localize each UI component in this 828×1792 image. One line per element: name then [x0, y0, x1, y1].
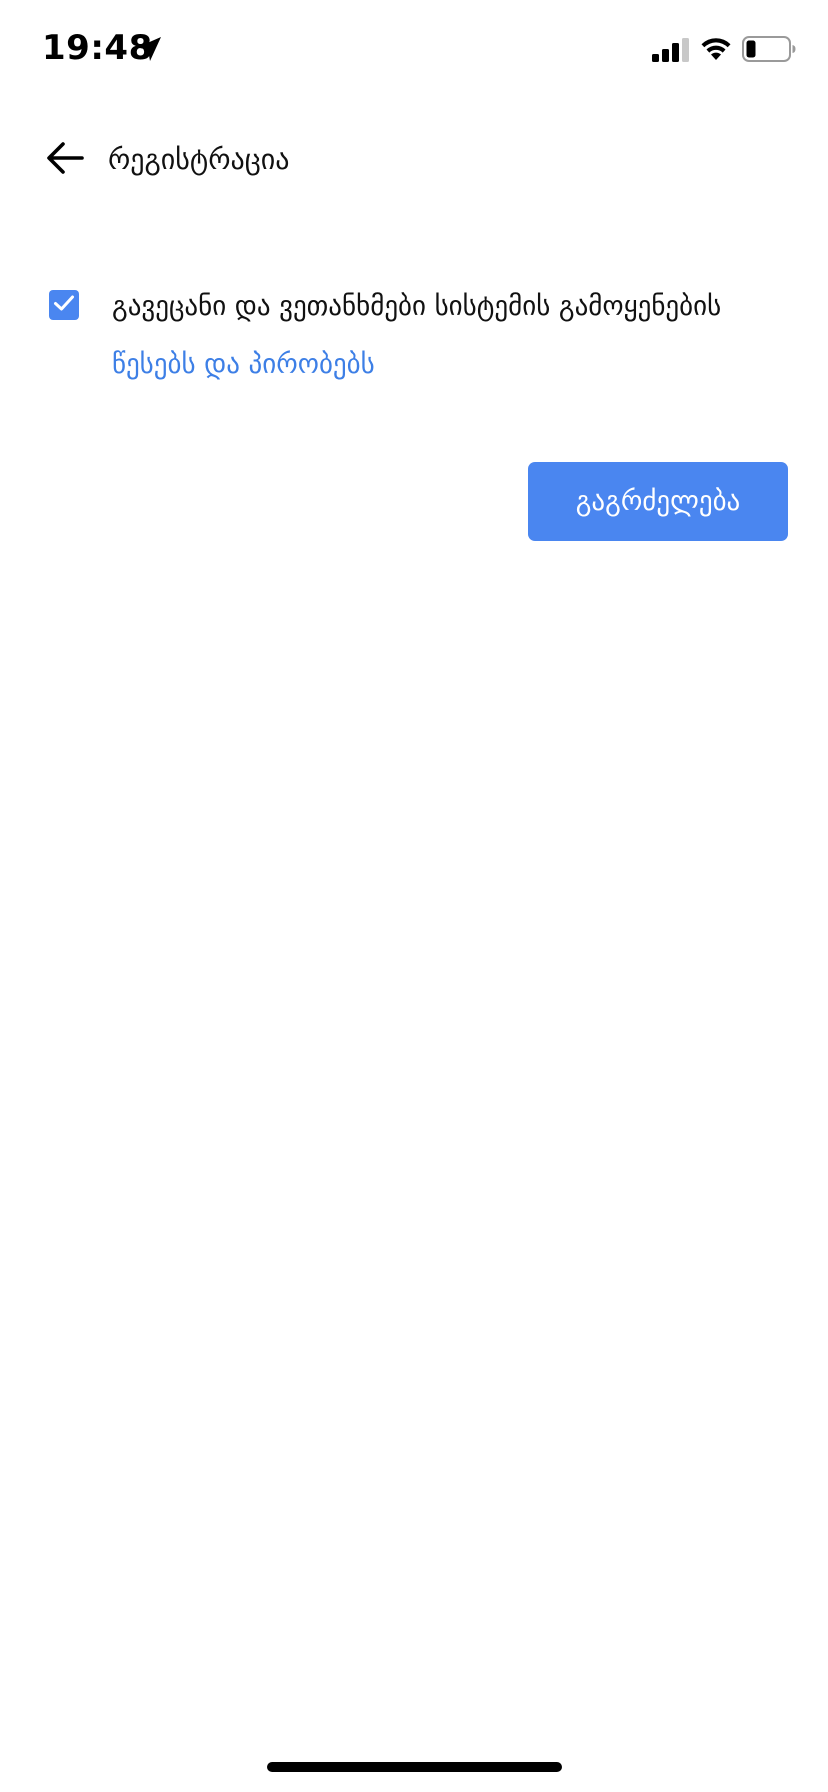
checkmark-icon	[53, 294, 75, 316]
back-button[interactable]	[40, 130, 90, 190]
nav-header: რეგისტრაცია	[0, 130, 828, 190]
page-title: რეგისტრაცია	[108, 143, 290, 176]
location-arrow-icon	[134, 34, 164, 64]
terms-conditions-link[interactable]: წესებს და პირობებს	[112, 349, 375, 380]
terms-text-prefix: გავეცანი და ვეთანხმები სისტემის გამოყენე…	[112, 291, 722, 322]
home-indicator	[267, 1762, 562, 1772]
arrow-left-icon	[46, 141, 84, 179]
battery-low-icon	[742, 36, 796, 62]
wifi-icon	[698, 34, 734, 62]
continue-button[interactable]: გაგრძელება	[528, 462, 788, 541]
cellular-signal-icon	[652, 38, 690, 62]
terms-text: გავეცანი და ვეთანხმები სისტემის გამოყენე…	[112, 278, 762, 394]
status-bar: 19:48	[0, 0, 828, 100]
terms-checkbox[interactable]	[49, 290, 79, 320]
